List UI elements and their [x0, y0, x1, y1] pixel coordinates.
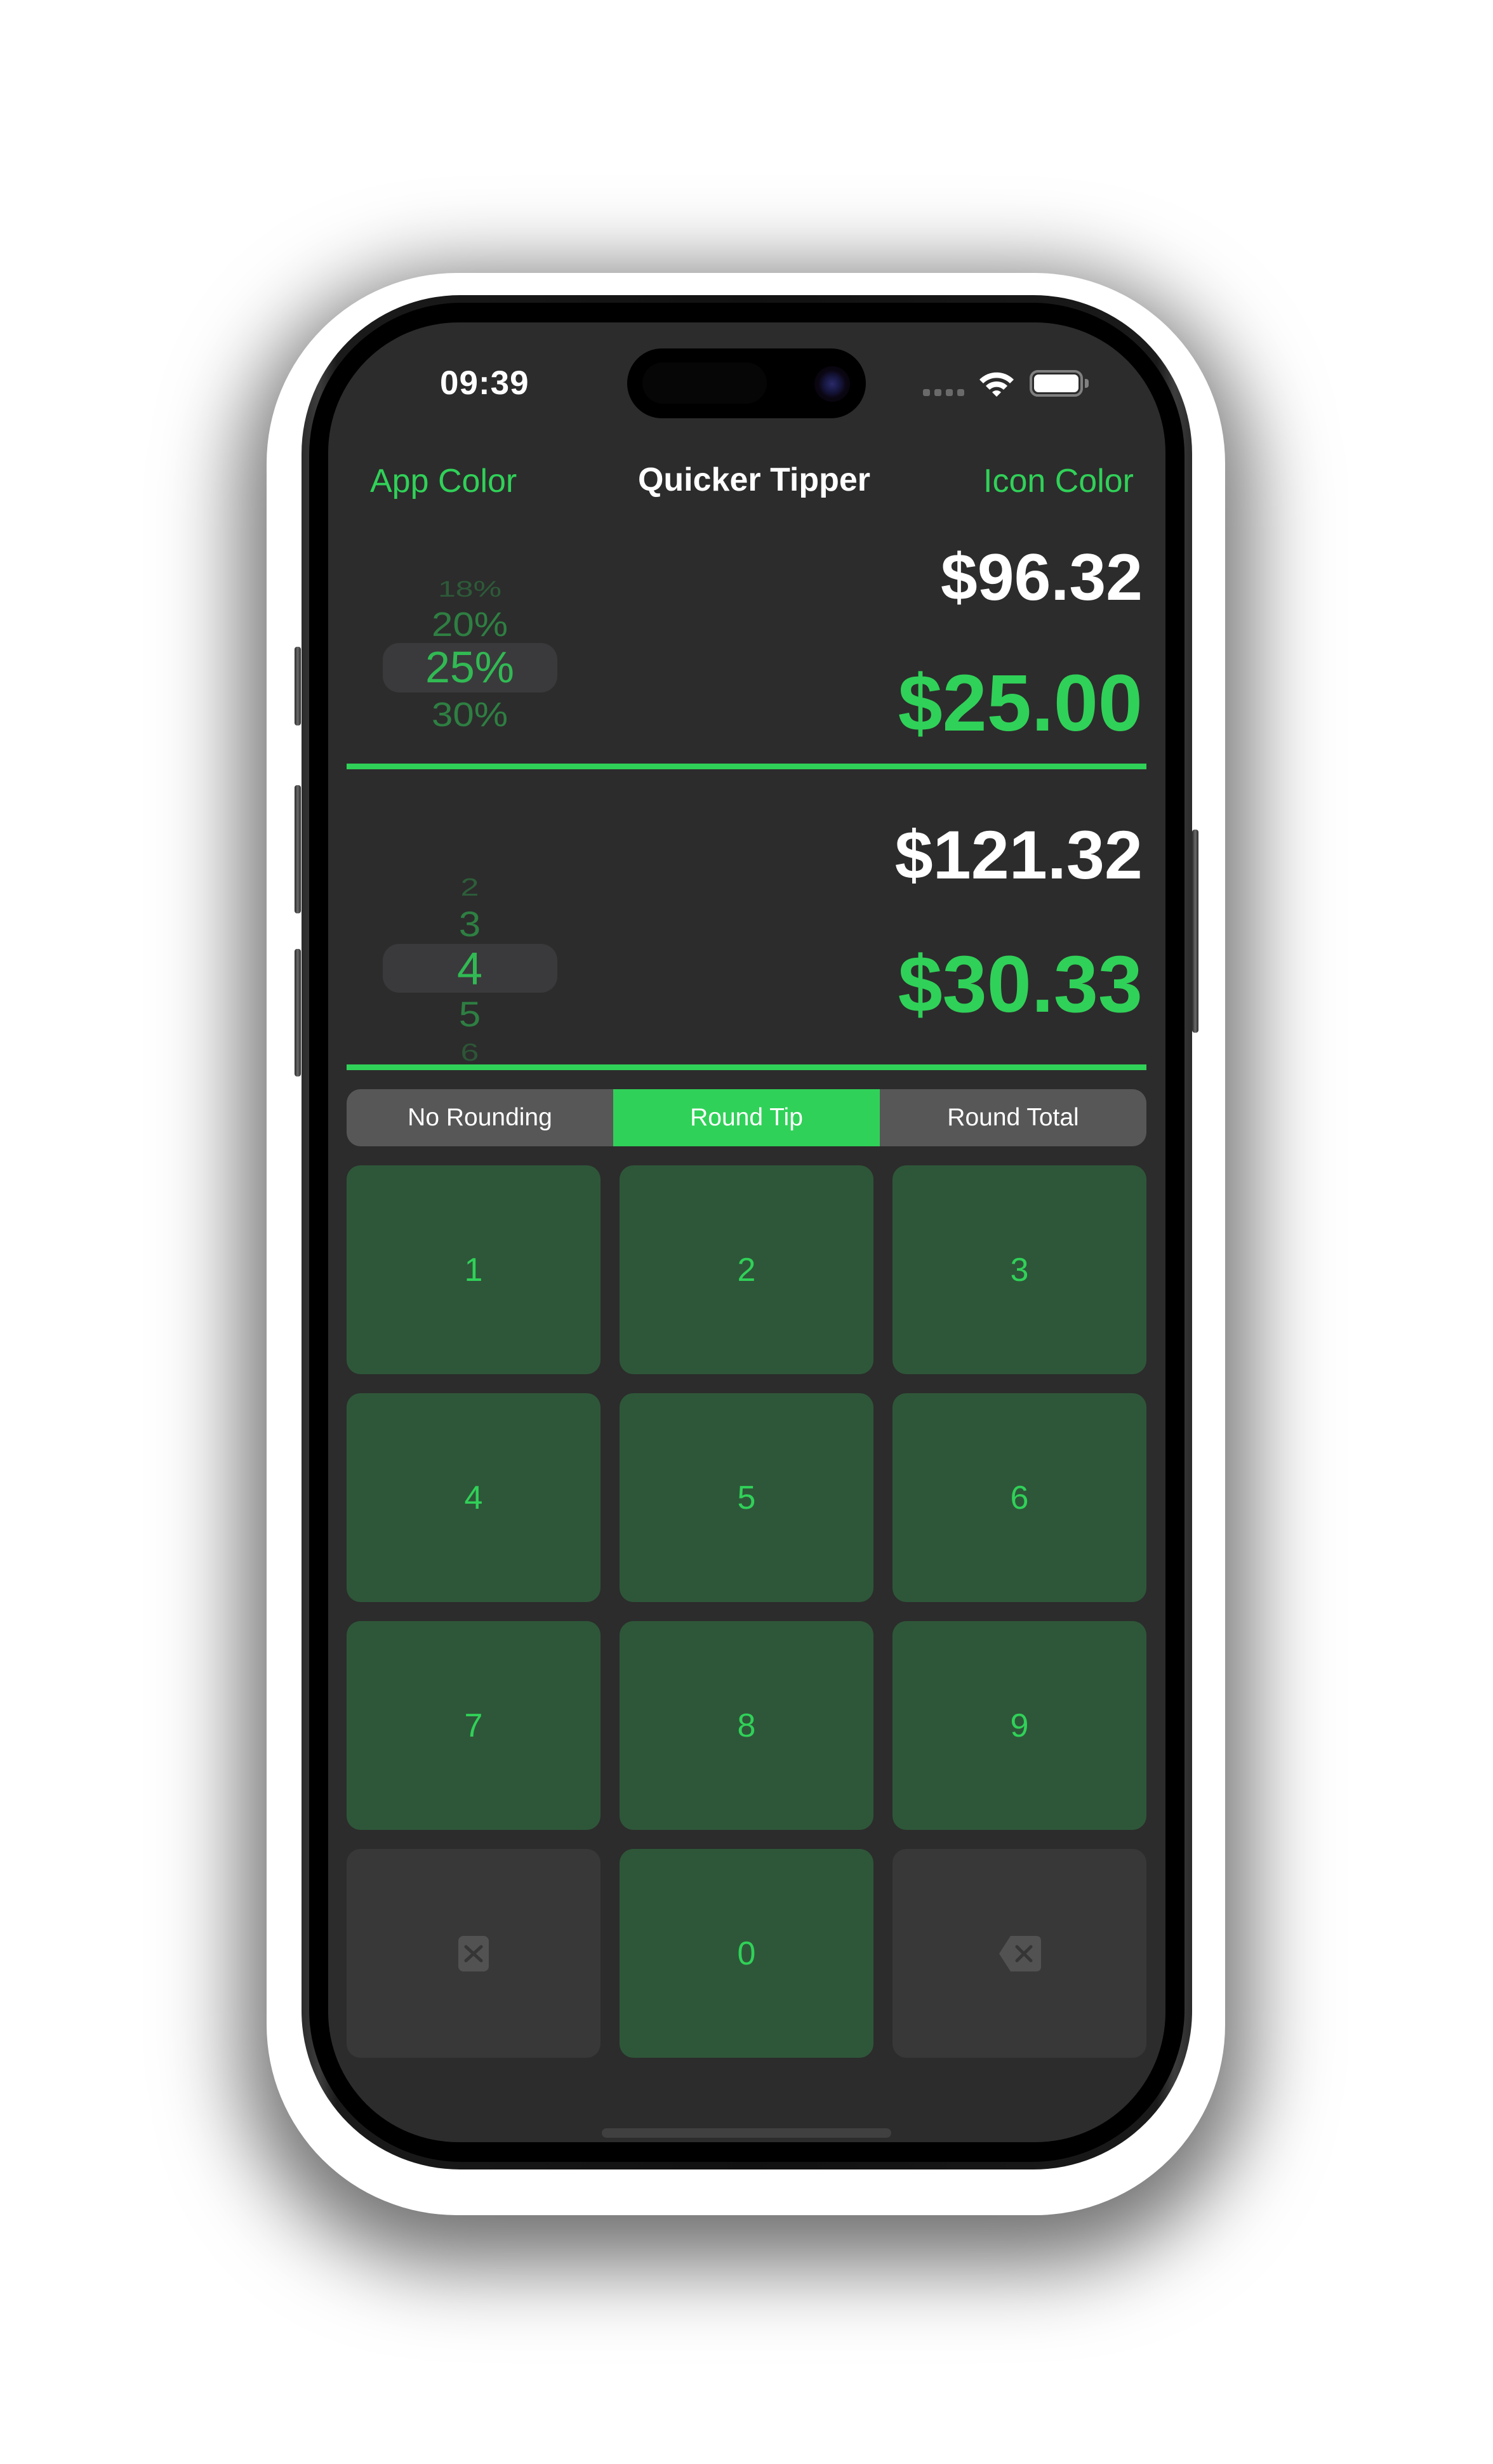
- key-5[interactable]: 5: [620, 1393, 873, 1602]
- picker-item-selected[interactable]: 4: [375, 946, 565, 992]
- app-color-button[interactable]: App Color: [370, 462, 517, 500]
- action-button: [295, 647, 301, 725]
- tip-amount: $25.00: [898, 658, 1143, 748]
- picker-item-selected[interactable]: 25%: [375, 645, 565, 689]
- battery-terminal: [1085, 379, 1089, 388]
- picker-item[interactable]: 2: [375, 875, 565, 900]
- picker-item[interactable]: 3: [375, 907, 565, 943]
- delete-backward-icon: [999, 1935, 1041, 1971]
- total-amount: $121.32: [894, 816, 1143, 893]
- picker-item[interactable]: 20%: [375, 607, 565, 642]
- front-camera-icon: [814, 366, 850, 402]
- key-7[interactable]: 7: [347, 1621, 601, 1830]
- split-count-picker[interactable]: 2 3 4 5 6: [375, 863, 565, 1065]
- backspace-button[interactable]: [892, 1849, 1146, 2058]
- volume-down-button: [295, 949, 301, 1076]
- key-9[interactable]: 9: [892, 1621, 1146, 1830]
- segment-round-tip[interactable]: Round Tip: [613, 1089, 880, 1146]
- tip-percent-picker[interactable]: 18% 20% 25% 30%: [375, 571, 565, 749]
- bill-amount: $96.32: [940, 541, 1143, 614]
- wifi-icon: [979, 372, 1014, 397]
- dynamic-island-sensor: [642, 362, 767, 404]
- key-0[interactable]: 0: [620, 1849, 873, 2058]
- signal-bar: [923, 389, 930, 396]
- signal-bar: [946, 389, 953, 396]
- key-2[interactable]: 2: [620, 1165, 873, 1374]
- key-8[interactable]: 8: [620, 1621, 873, 1830]
- key-6[interactable]: 6: [892, 1393, 1146, 1602]
- section-divider: [347, 764, 1146, 769]
- segment-no-rounding[interactable]: No Rounding: [347, 1089, 613, 1146]
- volume-up-button: [295, 785, 301, 913]
- icon-color-button[interactable]: Icon Color: [983, 462, 1134, 500]
- battery-level: [1034, 374, 1078, 392]
- segment-round-total[interactable]: Round Total: [880, 1089, 1146, 1146]
- clear-button[interactable]: [347, 1849, 601, 2058]
- picker-item[interactable]: 30%: [375, 698, 565, 732]
- section-divider: [347, 1064, 1146, 1070]
- picker-item[interactable]: 5: [375, 997, 565, 1033]
- key-1[interactable]: 1: [347, 1165, 601, 1374]
- per-person-amount: $30.33: [898, 939, 1143, 1029]
- signal-bar: [934, 389, 941, 396]
- status-time: 09:39: [440, 364, 529, 402]
- power-button: [1192, 830, 1198, 1033]
- page-title: Quicker Tipper: [637, 461, 871, 498]
- key-3[interactable]: 3: [892, 1165, 1146, 1374]
- signal-bar: [957, 389, 964, 396]
- home-indicator[interactable]: [602, 2128, 891, 2138]
- picker-item[interactable]: 18%: [375, 578, 565, 600]
- rounding-segmented-control: No Rounding Round Tip Round Total: [347, 1089, 1146, 1146]
- picker-item[interactable]: 6: [375, 1040, 565, 1065]
- key-4[interactable]: 4: [347, 1393, 601, 1602]
- clear-square-icon: [458, 1935, 489, 1971]
